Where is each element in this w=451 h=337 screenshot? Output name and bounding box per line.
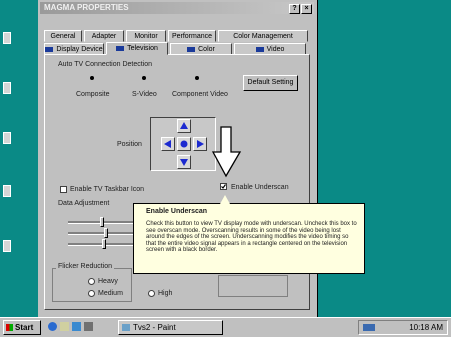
tab-label: Display Device bbox=[56, 46, 103, 53]
tab-general[interactable]: General bbox=[44, 30, 82, 42]
checkmark-icon bbox=[221, 184, 226, 189]
tab-monitor[interactable]: Monitor bbox=[126, 30, 166, 42]
position-label: Position bbox=[117, 141, 142, 148]
position-center-button[interactable] bbox=[177, 137, 191, 151]
help-tooltip: Enable Underscan Check this button to vi… bbox=[133, 195, 365, 274]
arrow-right-icon bbox=[197, 140, 204, 148]
desktop-icon[interactable] bbox=[3, 132, 11, 144]
position-control bbox=[150, 117, 216, 171]
flicker-option-label: Medium bbox=[98, 290, 123, 297]
tab-label: Video bbox=[266, 46, 285, 53]
flicker-label: Flicker Reduction bbox=[56, 263, 115, 270]
connector-indicator bbox=[142, 76, 146, 80]
tab-icon bbox=[116, 45, 125, 51]
pointer-arrow-icon bbox=[212, 126, 242, 178]
quicklaunch-channels-icon[interactable] bbox=[72, 322, 81, 331]
tv-detection-label: Auto TV Connection Detection bbox=[58, 61, 153, 68]
enable-underscan-label: Enable Underscan bbox=[231, 184, 289, 191]
tv-tray-icon[interactable] bbox=[363, 324, 375, 331]
arrow-up-icon bbox=[180, 122, 188, 129]
windows-logo-icon bbox=[6, 324, 13, 331]
desktop-icon[interactable] bbox=[3, 82, 11, 94]
title-bar: MAGMA PROPERTIES ? × bbox=[40, 2, 314, 14]
flicker-medium-radio[interactable] bbox=[88, 290, 95, 297]
enable-underscan-checkbox[interactable] bbox=[220, 183, 227, 190]
system-tray: 10:18 AM bbox=[358, 320, 448, 335]
connector-label: Component Video bbox=[172, 91, 228, 98]
tooltip-tail bbox=[220, 195, 230, 204]
adjustment-label: Data Adjustment bbox=[58, 200, 110, 207]
desktop-icon[interactable] bbox=[3, 32, 11, 44]
tab-performance[interactable]: Performance bbox=[168, 30, 216, 42]
position-left-button[interactable] bbox=[161, 137, 175, 151]
start-button[interactable]: Start bbox=[3, 320, 41, 335]
flicker-heavy-radio[interactable] bbox=[88, 278, 95, 285]
flicker-high-radio[interactable] bbox=[148, 290, 155, 297]
task-label: Tvs2 - Paint bbox=[133, 323, 176, 332]
enable-tv-icon-label: Enable TV Taskbar Icon bbox=[70, 186, 145, 193]
slider-thumb[interactable] bbox=[100, 217, 104, 227]
tab-label: Color bbox=[198, 46, 215, 53]
quicklaunch-ie-icon[interactable] bbox=[48, 322, 57, 331]
quicklaunch-outlook-icon[interactable] bbox=[84, 322, 93, 331]
start-label: Start bbox=[15, 323, 34, 332]
paint-icon bbox=[122, 324, 130, 331]
close-button[interactable]: × bbox=[301, 4, 312, 14]
default-setting-button[interactable]: Default Setting bbox=[243, 75, 298, 91]
enable-tv-icon-checkbox[interactable] bbox=[60, 186, 67, 193]
taskbar-item-paint[interactable]: Tvs2 - Paint bbox=[118, 320, 223, 335]
tooltip-title: Enable Underscan bbox=[146, 208, 208, 215]
quicklaunch-desktop-icon[interactable] bbox=[60, 322, 69, 331]
connector-indicator bbox=[195, 76, 199, 80]
position-right-button[interactable] bbox=[193, 137, 207, 151]
connector-label: S-Video bbox=[132, 91, 157, 98]
arrow-down-icon bbox=[180, 159, 188, 166]
center-dot-icon bbox=[180, 140, 188, 148]
slider-thumb[interactable] bbox=[102, 239, 106, 249]
arrow-left-icon bbox=[164, 140, 171, 148]
tab-icon bbox=[187, 46, 196, 52]
window-title: MAGMA PROPERTIES bbox=[44, 3, 129, 12]
tab-icon bbox=[255, 46, 264, 52]
tab-label: Television bbox=[127, 45, 158, 52]
tooltip-body: Check this button to view TV display mod… bbox=[146, 221, 357, 253]
position-up-button[interactable] bbox=[177, 119, 191, 133]
desktop-icon[interactable] bbox=[3, 240, 11, 252]
position-down-button[interactable] bbox=[177, 155, 191, 169]
tab-adapter[interactable]: Adapter bbox=[84, 30, 124, 42]
preview-frame bbox=[218, 275, 288, 297]
slider-track[interactable] bbox=[68, 232, 136, 235]
connector-label: Composite bbox=[76, 91, 110, 98]
tab-television[interactable]: Television bbox=[106, 42, 168, 55]
tab-color-management[interactable]: Color Management bbox=[218, 30, 308, 42]
connector-indicator bbox=[90, 76, 94, 80]
clock[interactable]: 10:18 AM bbox=[409, 321, 443, 334]
help-button[interactable]: ? bbox=[289, 4, 300, 14]
flicker-option-label: Heavy bbox=[98, 278, 118, 285]
desktop-icon[interactable] bbox=[3, 185, 11, 197]
tab-icon bbox=[45, 46, 54, 52]
taskbar: Start Tvs2 - Paint 10:18 AM bbox=[0, 317, 451, 337]
flicker-option-label: High bbox=[158, 290, 173, 297]
slider-thumb[interactable] bbox=[104, 228, 108, 238]
